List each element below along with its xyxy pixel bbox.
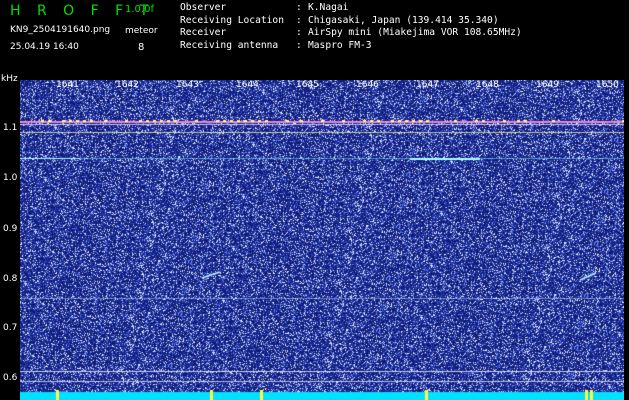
waterfall-window: H R O F F T 1.0.0f KN9_2504191640.png 25… bbox=[0, 0, 629, 400]
info-row-location: Receiving Location : Chigasaki, Japan (1… bbox=[180, 15, 620, 28]
y-tick-label: 0.6 bbox=[3, 373, 18, 383]
spectrogram-plot bbox=[20, 80, 624, 400]
info-colon: : bbox=[296, 2, 302, 13]
observation-info: Observer : K.Nagai Receiving Location : … bbox=[180, 2, 620, 52]
y-tick-label: 1.0 bbox=[3, 173, 18, 183]
info-value: AirSpy mini (Miakejima VOR 108.65MHz) bbox=[308, 27, 522, 38]
y-tick-label: 1.1 bbox=[3, 123, 18, 133]
detection-count: 8 bbox=[138, 42, 145, 53]
y-axis-unit: kHz bbox=[1, 74, 18, 84]
info-colon: : bbox=[296, 39, 302, 51]
info-row-receiver: Receiver : AirSpy mini (Miakejima VOR 10… bbox=[180, 27, 620, 40]
info-key: Receiving Location bbox=[180, 14, 284, 26]
info-colon: : bbox=[296, 27, 302, 38]
y-tick-label: 0.9 bbox=[3, 224, 18, 234]
y-tick-label: 0.7 bbox=[3, 323, 18, 333]
version-label: 1.0.0f bbox=[125, 4, 154, 15]
x-tick-label: 1645 bbox=[296, 80, 319, 90]
x-tick-label: 1646 bbox=[356, 80, 379, 90]
x-tick-label: 1648 bbox=[476, 80, 499, 90]
x-tick-label: 1650 bbox=[596, 80, 619, 90]
x-tick-label: 1641 bbox=[56, 80, 79, 90]
info-key: Receiver bbox=[180, 27, 227, 38]
info-row-antenna: Receiving antenna : Maspro FM-3 bbox=[180, 40, 620, 53]
datetime-label: 25.04.19 16:40 bbox=[10, 42, 79, 52]
x-tick-label: 1649 bbox=[536, 80, 559, 90]
info-key: Observer bbox=[180, 2, 227, 13]
info-row-observer: Observer : K.Nagai bbox=[180, 2, 620, 15]
x-tick-label: 1642 bbox=[116, 80, 139, 90]
info-colon: : bbox=[296, 14, 302, 26]
info-value: K.Nagai bbox=[308, 2, 349, 13]
info-value: Chigasaki, Japan (139.414 35.340) bbox=[308, 14, 499, 26]
header-left: H R O F F T 1.0.0f KN9_2504191640.png 25… bbox=[10, 3, 170, 55]
y-tick-label: 0.8 bbox=[3, 274, 18, 284]
filename-label: KN9_2504191640.png bbox=[10, 25, 111, 35]
x-tick-label: 1647 bbox=[416, 80, 439, 90]
x-tick-label: 1644 bbox=[236, 80, 259, 90]
info-value: Maspro FM-3 bbox=[308, 39, 372, 51]
x-tick-label: 1643 bbox=[176, 80, 199, 90]
info-key: Receiving antenna bbox=[180, 39, 279, 51]
detection-label: meteor bbox=[125, 26, 158, 36]
